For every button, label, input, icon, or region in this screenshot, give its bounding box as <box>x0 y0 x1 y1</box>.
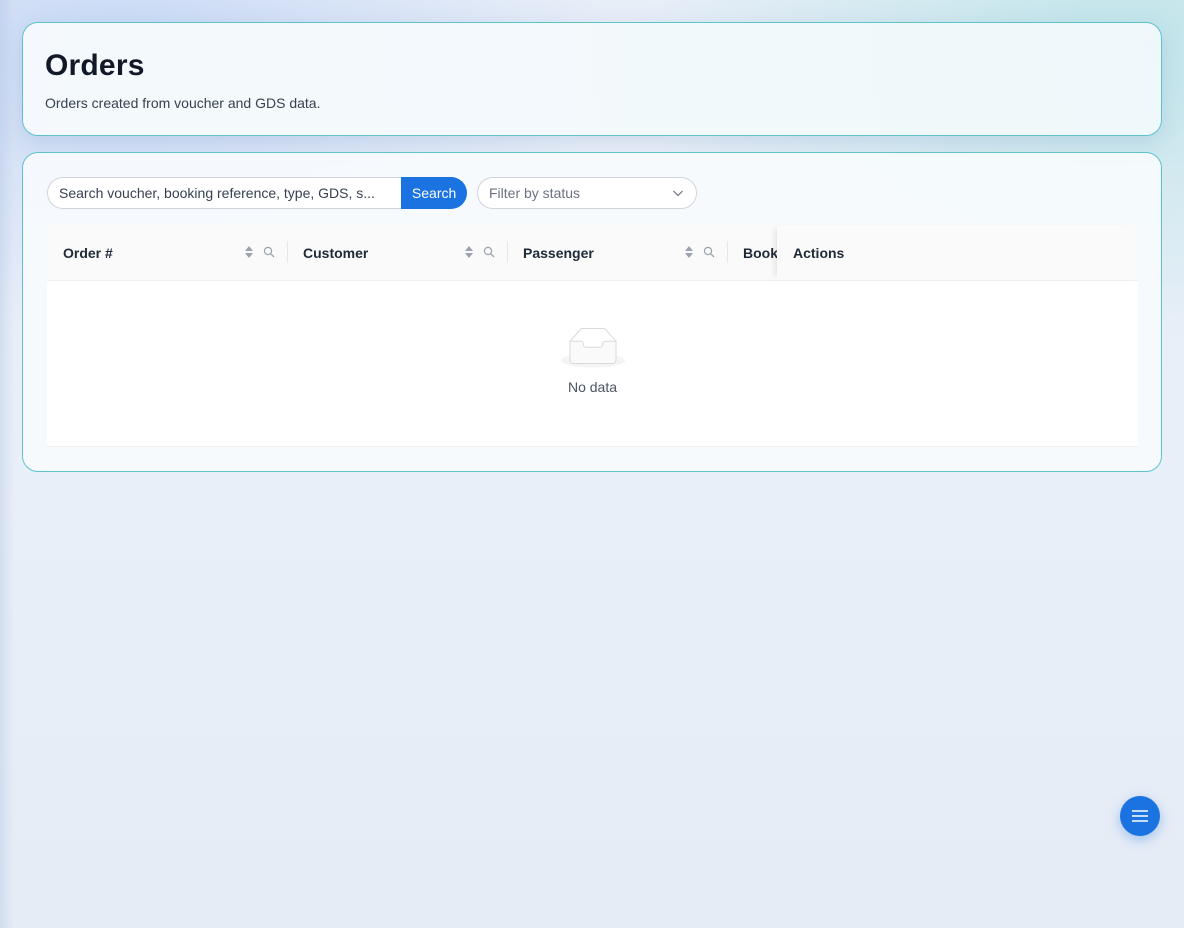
status-filter-select[interactable]: Filter by status <box>477 177 697 209</box>
column-header-order-number[interactable]: Order # <box>63 225 263 280</box>
column-header-booking[interactable]: Booki <box>743 225 779 280</box>
page-header-card: Orders Orders created from voucher and G… <box>22 22 1162 136</box>
empty-state: No data <box>47 281 1138 446</box>
column-label: Order # <box>63 244 113 261</box>
search-button[interactable]: Search <box>401 177 467 209</box>
search-group: Search <box>47 177 467 209</box>
column-header-passenger[interactable]: Passenger <box>523 225 673 280</box>
column-label: Customer <box>303 244 369 261</box>
column-label: Passenger <box>523 244 594 261</box>
orders-table-card: Search Filter by status Order # Customer <box>22 152 1162 472</box>
column-label: Booki <box>743 244 779 261</box>
background-shade <box>0 0 14 928</box>
column-label: Actions <box>793 244 845 261</box>
floating-menu-button[interactable] <box>1120 796 1160 836</box>
search-icon[interactable] <box>263 246 275 258</box>
search-icon[interactable] <box>703 246 715 258</box>
empty-state-text: No data <box>567 379 618 395</box>
sort-icon[interactable] <box>684 244 694 260</box>
column-divider <box>287 241 288 263</box>
sort-icon[interactable] <box>464 244 474 260</box>
search-input[interactable] <box>47 177 402 209</box>
page-title: Orders <box>45 49 145 82</box>
menu-icon <box>1132 810 1148 822</box>
empty-inbox-icon <box>561 328 625 368</box>
orders-table: Order # Customer Passenger Booki Actions… <box>47 225 1138 447</box>
table-header: Order # Customer Passenger Booki Actions <box>47 225 1138 281</box>
column-header-actions: Actions <box>777 225 1138 280</box>
sort-icon[interactable] <box>244 244 254 260</box>
column-divider <box>727 241 728 263</box>
column-header-customer[interactable]: Customer <box>303 225 453 280</box>
page-subtitle: Orders created from voucher and GDS data… <box>45 95 321 111</box>
status-filter-placeholder: Filter by status <box>489 185 581 201</box>
chevron-down-icon <box>673 190 683 197</box>
search-icon[interactable] <box>483 246 495 258</box>
column-divider <box>507 241 508 263</box>
